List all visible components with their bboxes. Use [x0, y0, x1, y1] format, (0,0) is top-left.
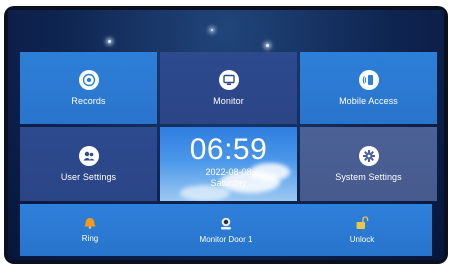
user-settings-label: User Settings [60, 172, 117, 182]
monitor-label: Monitor [213, 96, 244, 106]
clock-date: 2022-08-08 [205, 167, 252, 177]
system-settings-label: System Settings [335, 172, 402, 182]
camera-icon [221, 217, 231, 229]
ring-button[interactable]: Ring [30, 204, 150, 256]
unlock-label: Unlock [349, 235, 375, 244]
records-label: Records [71, 96, 106, 106]
gear-icon [358, 146, 379, 166]
mobile-access-tile[interactable]: Mobile Access [300, 52, 437, 124]
sparkle [266, 44, 269, 47]
unlock-icon [356, 216, 369, 229]
monitor-door-button[interactable]: Monitor Door 1 [166, 204, 286, 256]
bottom-bar: Ring Monitor Door 1 Unlock [20, 204, 432, 256]
ring-label: Ring [81, 234, 99, 243]
ring-icon [84, 218, 96, 229]
records-icon [78, 70, 99, 90]
mobile-access-label: Mobile Access [339, 96, 398, 106]
home-screen: Records Monitor Mobile Access User Setti… [8, 10, 444, 260]
monitor-icon [218, 70, 239, 90]
clock-day: Saturday [210, 178, 247, 188]
clock-time: 06:59 [189, 133, 268, 166]
user-settings-tile[interactable]: User Settings [20, 127, 157, 201]
records-tile[interactable]: Records [20, 52, 157, 124]
users-icon [78, 146, 99, 166]
monitor-door-label: Monitor Door 1 [199, 234, 253, 244]
unlock-button[interactable]: Unlock [302, 204, 422, 256]
mobile-access-icon [358, 70, 379, 90]
clock-widget: 06:59 2022-08-08 Saturday [160, 127, 297, 201]
sparkle [108, 40, 111, 43]
sparkle [211, 29, 213, 31]
monitor-tile[interactable]: Monitor [160, 52, 297, 124]
system-settings-tile[interactable]: System Settings [300, 127, 437, 201]
device-frame: Records Monitor Mobile Access User Setti… [4, 6, 448, 264]
